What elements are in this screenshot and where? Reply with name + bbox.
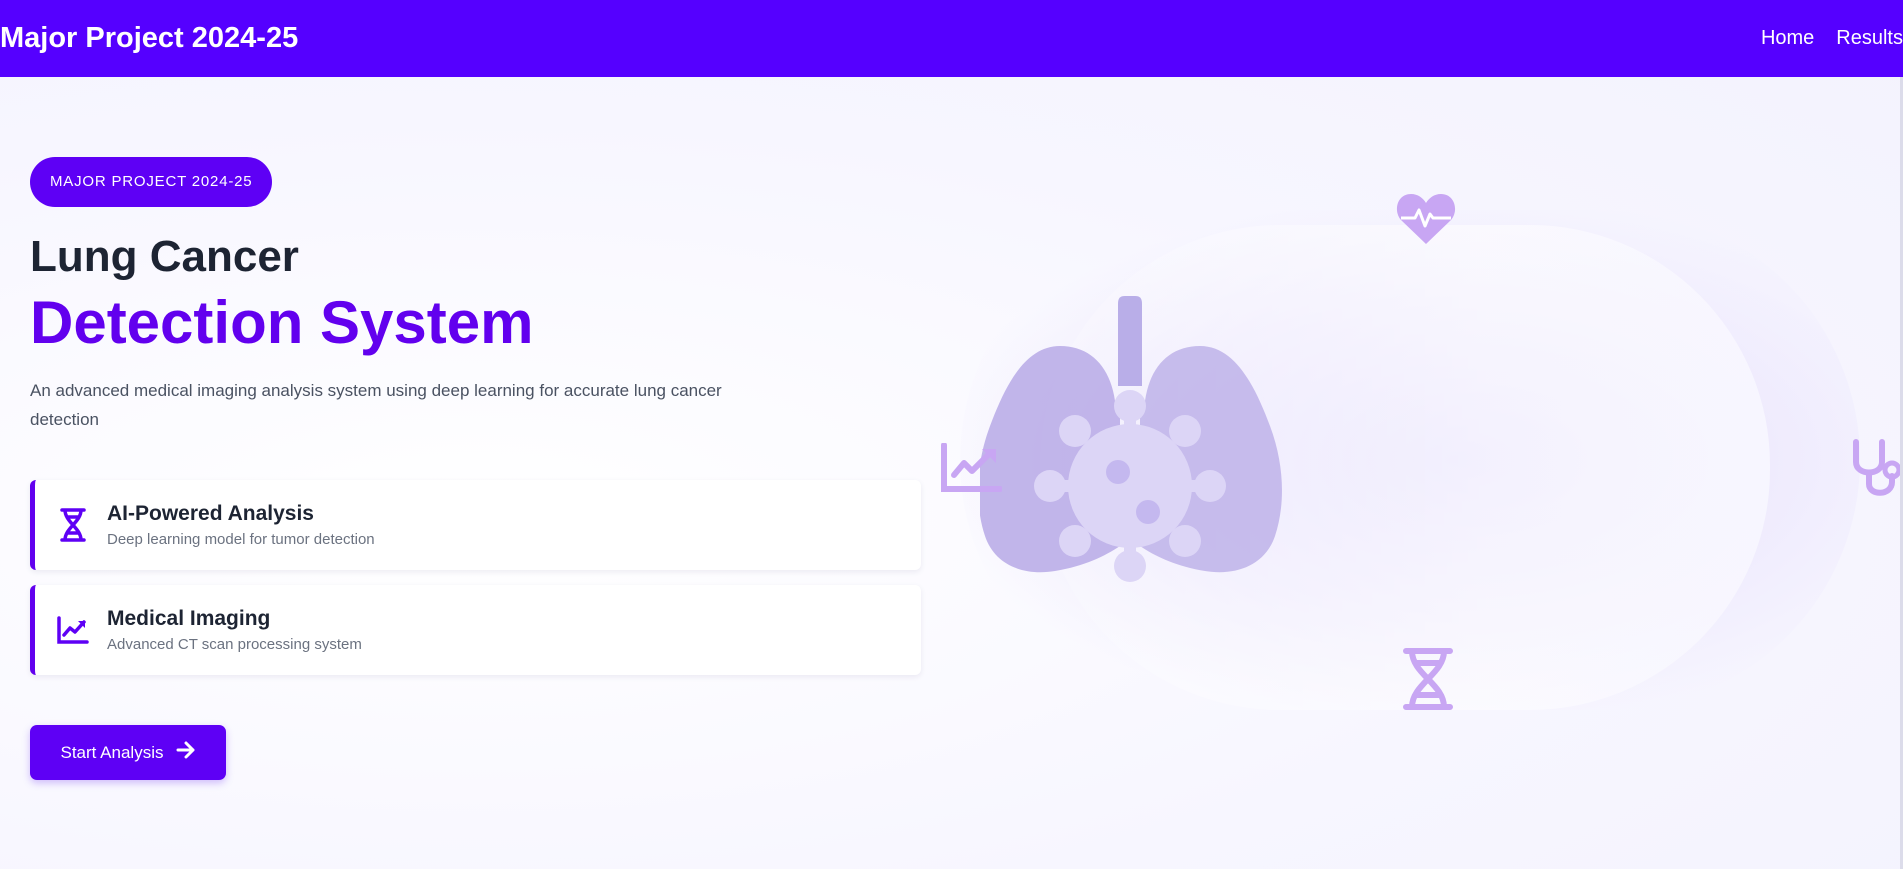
feature-desc: Deep learning model for tumor detection: [107, 531, 375, 548]
feature-card-imaging: Medical Imaging Advanced CT scan process…: [30, 585, 921, 675]
start-analysis-label: Start Analysis: [60, 742, 164, 762]
feature-desc: Advanced CT scan processing system: [107, 636, 362, 653]
hero-illustration: [900, 160, 1903, 760]
stethoscope-icon: [1848, 438, 1903, 507]
start-analysis-button[interactable]: Start Analysis: [30, 725, 226, 780]
feature-card-ai: AI-Powered Analysis Deep learning model …: [30, 480, 921, 570]
nav-link-home[interactable]: Home: [1761, 27, 1814, 50]
chart-line-icon: [55, 612, 91, 648]
navbar: Major Project 2024-25 Home Results: [0, 0, 1903, 77]
feature-title: AI-Powered Analysis: [107, 502, 314, 525]
hero-title-line2: Detection System: [30, 289, 534, 356]
chart-line-icon: [940, 442, 1003, 498]
heartbeat-icon: [1395, 190, 1457, 251]
hero-content: MAJOR PROJECT 2024-25 Lung Cancer Detect…: [30, 157, 930, 780]
feature-text: Medical Imaging Advanced CT scan process…: [107, 607, 362, 653]
project-badge: MAJOR PROJECT 2024-25: [30, 157, 273, 207]
dna-icon: [1400, 648, 1456, 715]
feature-title: Medical Imaging: [107, 607, 271, 630]
nav-link-results[interactable]: Results: [1836, 27, 1903, 50]
arrow-right-icon: [176, 741, 196, 764]
nav-links: Home Results: [1761, 27, 1903, 50]
feature-text: AI-Powered Analysis Deep learning model …: [107, 502, 375, 548]
hero-title-line1: Lung Cancer: [30, 232, 299, 281]
brand-title[interactable]: Major Project 2024-25: [0, 22, 298, 55]
lungs-virus-icon: [978, 276, 1480, 681]
dna-icon: [55, 507, 91, 543]
hero-subtitle: An advanced medical imaging analysis sys…: [30, 381, 722, 429]
